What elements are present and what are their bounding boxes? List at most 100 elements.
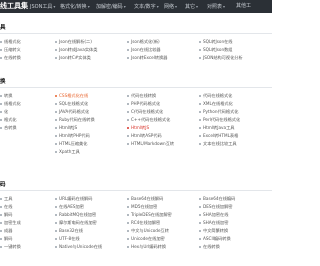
top-navigation-bar: 线工具集 JSON工具▾ 格式化/转换▾ 加解密/编码▾ 文本/数字▾ 网络▾ … bbox=[0, 0, 272, 13]
tool-link[interactable]: 格式化 bbox=[0, 116, 42, 123]
tool-link[interactable]: HTML/Markdown互转 bbox=[127, 140, 189, 147]
tool-link[interactable]: 在线AES加密 bbox=[55, 203, 117, 210]
bullet-icon bbox=[127, 246, 129, 248]
chevron-down-icon: ▾ bbox=[175, 4, 178, 9]
tool-link[interactable]: 化 bbox=[0, 108, 42, 115]
tool-link[interactable]: 在线转换 bbox=[0, 54, 42, 61]
tool-link-highlighted[interactable]: CSS格式化在线 bbox=[55, 92, 117, 99]
tool-link[interactable]: 合转换 bbox=[0, 124, 42, 131]
bullet-icon bbox=[199, 214, 201, 216]
tool-link[interactable]: 代码在线格式化 bbox=[199, 92, 265, 99]
bullet-icon bbox=[55, 103, 57, 105]
tool-link[interactable]: Native与Unicode在线 bbox=[55, 243, 117, 250]
tool-link[interactable]: Unicode在线加密 bbox=[127, 235, 189, 242]
tool-link[interactable]: Base32在线 bbox=[55, 227, 117, 234]
tool-link[interactable]: Python代码格式化 bbox=[199, 108, 265, 115]
tool-link[interactable]: 一键转换 bbox=[0, 243, 42, 250]
nav-json-tools[interactable]: JSON工具▾ bbox=[30, 0, 55, 13]
tool-link[interactable]: ASCII编码转换 bbox=[199, 235, 265, 242]
tool-link[interactable]: 成器 bbox=[0, 227, 42, 234]
tool-link[interactable]: Base64在线编码 bbox=[199, 195, 265, 202]
tool-link[interactable]: HTML压缩美化 bbox=[55, 140, 117, 147]
tool-link[interactable]: Json转Excel转换器 bbox=[127, 54, 189, 61]
bullet-icon bbox=[55, 198, 57, 200]
bullet-icon bbox=[127, 135, 129, 137]
tool-link[interactable]: C++代码在线格式化 bbox=[127, 116, 189, 123]
tool-link[interactable]: RabbitMQ在线加密 bbox=[55, 211, 117, 218]
tool-link-highlighted[interactable]: Html转JS bbox=[127, 124, 189, 131]
nav-network[interactable]: 网络▾ bbox=[164, 0, 177, 13]
tool-link[interactable]: 代码在线转换 bbox=[127, 92, 189, 99]
bullet-icon bbox=[55, 230, 57, 232]
tool-link[interactable]: 线格式化 bbox=[0, 100, 42, 107]
tool-link[interactable]: Html转Java工具 bbox=[199, 124, 265, 131]
tool-link[interactable]: PHP代码格式化 bbox=[127, 100, 189, 107]
tool-link[interactable]: DES在线加解密 bbox=[199, 203, 265, 210]
tool-link[interactable]: JSON结构可视化分析 bbox=[199, 54, 265, 61]
bullet-icon bbox=[199, 95, 201, 97]
bullet-icon bbox=[0, 49, 2, 51]
tool-link[interactable]: 解码 bbox=[0, 235, 42, 242]
tool-link[interactable]: Xpath工具 bbox=[55, 148, 117, 155]
tool-link[interactable]: 在线转换 bbox=[199, 243, 265, 250]
nav-encrypt-encode[interactable]: 加解密/编码▾ bbox=[96, 0, 126, 13]
tool-link[interactable]: Excel转HTML表格 bbox=[199, 132, 265, 139]
tool-link[interactable]: UTF-8在线 bbox=[55, 235, 117, 242]
tool-link[interactable]: SHA在线加密 bbox=[199, 219, 265, 226]
bullet-icon bbox=[0, 230, 2, 232]
tool-link[interactable]: RC4在线加解密 bbox=[127, 219, 189, 226]
section-title-json: 具 bbox=[0, 25, 6, 31]
tool-link[interactable]: JAVA代码格式化 bbox=[55, 108, 117, 115]
tool-link[interactable]: 文本在线比较工具 bbox=[199, 140, 265, 147]
tool-link[interactable]: 解码 bbox=[0, 211, 42, 218]
nav-other[interactable]: 其它▾ bbox=[185, 0, 198, 13]
tool-link[interactable]: 中文与Unicode互转 bbox=[127, 227, 189, 234]
bullet-icon bbox=[0, 95, 2, 97]
nav-other-tools[interactable]: 其他工 bbox=[236, 0, 251, 13]
tool-link[interactable]: SQL在线格式化 bbox=[55, 100, 117, 107]
tool-link[interactable]: Ruby代码在线转换 bbox=[55, 116, 117, 123]
bullet-icon bbox=[199, 222, 201, 224]
tool-link[interactable]: 线格式化 bbox=[0, 38, 42, 45]
site-brand[interactable]: 线工具集 bbox=[0, 1, 28, 12]
tool-link[interactable]: 摩尔斯电码在线加密 bbox=[55, 219, 117, 226]
tool-link[interactable]: C代码在线格式化 bbox=[127, 108, 189, 115]
tool-link[interactable]: Hex与Url编码转换 bbox=[127, 243, 189, 250]
bullet-icon bbox=[127, 206, 129, 208]
tool-link[interactable]: 在线 bbox=[0, 203, 42, 210]
bullet-icon bbox=[199, 135, 201, 137]
tool-link[interactable]: Html转JS bbox=[55, 124, 117, 131]
bullet-icon bbox=[199, 206, 201, 208]
tool-link[interactable]: Json在线解析(二) bbox=[55, 38, 117, 45]
tool-link[interactable]: Html转ASP代码 bbox=[127, 132, 189, 139]
tool-link[interactable]: MD5在线加密 bbox=[127, 203, 189, 210]
tool-link[interactable]: Json在线比较器 bbox=[127, 46, 189, 53]
section-divider bbox=[0, 87, 272, 88]
tool-link[interactable]: SQL转Json在线 bbox=[199, 38, 265, 45]
tool-link[interactable]: 转换 bbox=[0, 92, 42, 99]
tool-link[interactable]: 工具 bbox=[0, 195, 42, 202]
tool-link[interactable]: 加密生成 bbox=[0, 219, 42, 226]
tool-link[interactable]: Perl代码在线格式化 bbox=[199, 116, 265, 123]
tool-link[interactable]: TripleDES在线加解密 bbox=[127, 211, 189, 218]
bullet-icon bbox=[55, 49, 57, 51]
tool-link[interactable]: 压缩转义 bbox=[0, 46, 42, 53]
nav-format-convert[interactable]: 格式化/转换▾ bbox=[60, 0, 90, 13]
tool-link[interactable]: Html转PHP代码 bbox=[55, 132, 117, 139]
tool-link[interactable]: Base64在线解码 bbox=[127, 195, 189, 202]
bullet-icon bbox=[127, 230, 129, 232]
bullet-icon bbox=[0, 103, 2, 105]
tool-link[interactable]: Json转C#实体类 bbox=[55, 54, 117, 61]
bullet-icon bbox=[55, 95, 57, 97]
tool-link[interactable]: SHA加密在线 bbox=[199, 211, 265, 218]
tool-link[interactable]: SQL转Json数组 bbox=[199, 46, 265, 53]
tool-link[interactable]: 中文简繁转换 bbox=[199, 227, 265, 234]
bullet-icon bbox=[0, 198, 2, 200]
tool-link[interactable]: URL编码在线解码 bbox=[55, 195, 117, 202]
chevron-down-icon: ▾ bbox=[196, 4, 199, 9]
tool-link[interactable]: Json格式化(新) bbox=[127, 38, 189, 45]
tool-link[interactable]: XML在线格式化 bbox=[199, 100, 265, 107]
nav-text-numbers[interactable]: 文本/数字▾ bbox=[134, 0, 159, 13]
nav-reference-tables[interactable]: 对照表▾ bbox=[207, 0, 225, 13]
tool-link[interactable]: Json转成Java实体类 bbox=[55, 46, 117, 53]
